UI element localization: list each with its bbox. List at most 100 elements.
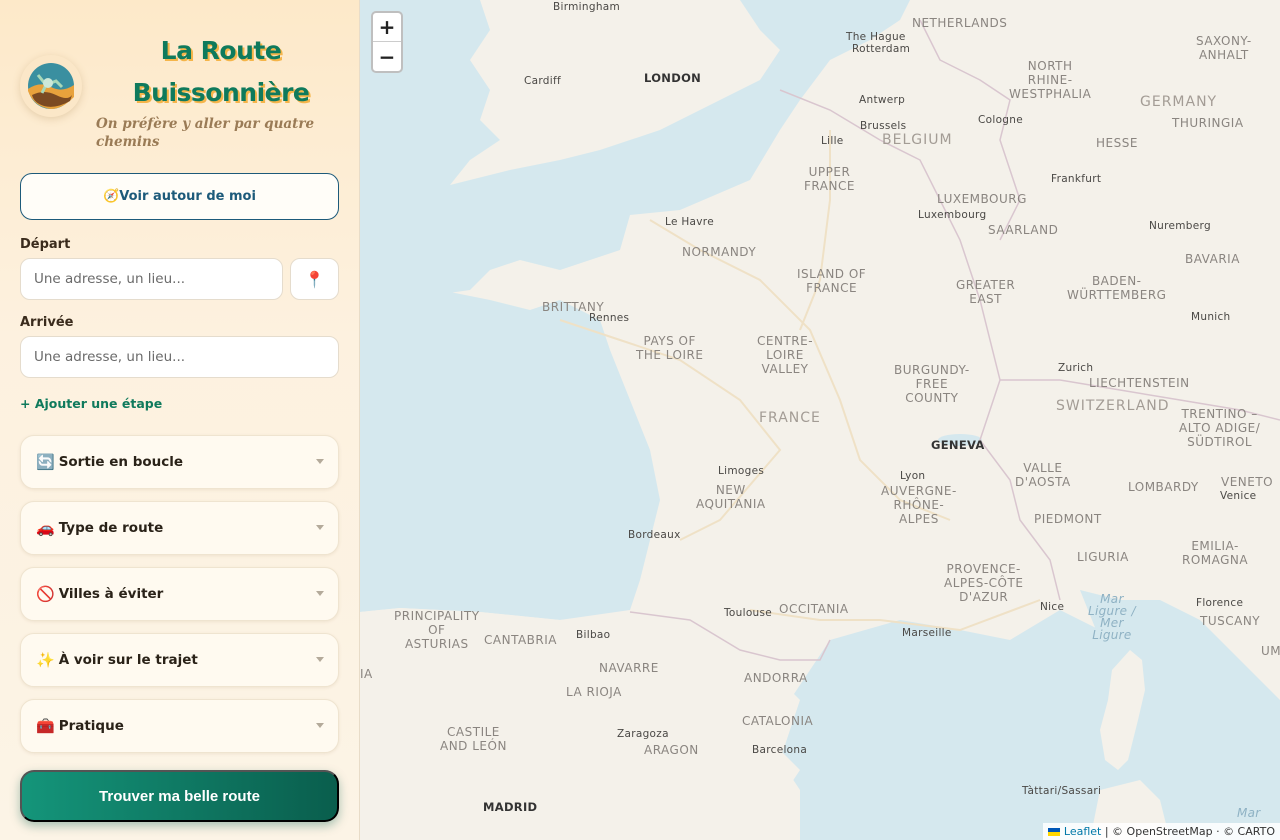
- map-label: NETHERLANDS: [912, 16, 1008, 30]
- map-label: Frankfurt: [1051, 173, 1102, 185]
- map-label: NORTH RHINE- WESTPHALIA: [1009, 59, 1092, 101]
- pin-icon: 📍: [304, 269, 325, 289]
- arrival-placeholder: Une adresse, un lieu...: [34, 349, 186, 365]
- map-label: Tàttari/Sassari: [1022, 785, 1102, 797]
- map-label: Mar: [1237, 806, 1261, 820]
- zoom-out-button[interactable]: −: [373, 42, 401, 71]
- map-label: Munich: [1191, 311, 1231, 323]
- map-label: Limoges: [718, 465, 765, 477]
- map-label: NAVARRE: [599, 661, 659, 675]
- section-road-type[interactable]: 🚗 Type de route: [20, 501, 339, 555]
- car-icon: 🚗: [36, 519, 55, 537]
- map-label: BURGUNDY- FREE COUNTY: [894, 363, 970, 405]
- arrival-input[interactable]: Une adresse, un lieu...: [20, 336, 339, 378]
- map-label: Zurich: [1058, 362, 1094, 374]
- map-label: HESSE: [1096, 136, 1138, 150]
- map-label: Birmingham: [553, 1, 621, 13]
- sparkles-icon: ✨: [36, 651, 55, 669]
- map-label: LA RIOJA: [566, 685, 622, 699]
- map-label: OCCITANIA: [779, 602, 849, 616]
- map-label: LONDON: [644, 71, 702, 85]
- map-label: VALLE D'AOSTA: [1015, 461, 1071, 489]
- map-label: Mar Ligure / Mer Ligure: [1088, 592, 1136, 642]
- chevron-down-icon: [316, 525, 324, 530]
- map-label: Marseille: [902, 627, 952, 639]
- map-label: UMB: [1261, 644, 1280, 658]
- map-label: Brussels: [860, 120, 907, 132]
- app-title: La Route Buissonnière: [96, 30, 346, 114]
- map-label: SAARLAND: [988, 223, 1059, 237]
- map-label: Le Havre: [665, 216, 714, 228]
- chevron-down-icon: [316, 459, 324, 464]
- sidebar: La Route Buissonnière On préfère y aller…: [0, 0, 360, 840]
- map-label: PROVENCE- ALPES-CÔTE D'AZUR: [944, 562, 1024, 604]
- logo: [20, 55, 82, 117]
- loop-icon: 🔄: [36, 453, 55, 471]
- locate-me-label: 🧭Voir autour de moi: [103, 189, 256, 204]
- map-label: Luxembourg: [918, 209, 987, 221]
- map-label: CANTABRIA: [484, 633, 557, 647]
- map-label: Rotterdam: [852, 43, 911, 55]
- map-label: Lille: [821, 135, 844, 147]
- departure-placeholder: Une adresse, un lieu...: [34, 271, 186, 287]
- map-label: CENTRE- LOIRE VALLEY: [757, 334, 814, 376]
- map-label: BAVARIA: [1185, 252, 1240, 266]
- map-label: Zaragoza: [617, 728, 669, 740]
- chevron-down-icon: [316, 591, 324, 596]
- map-label: Rennes: [589, 312, 630, 324]
- map-label: AUVERGNE- RHÔNE- ALPES: [881, 484, 957, 526]
- brand-header: La Route Buissonnière On préfère y aller…: [20, 0, 339, 170]
- map-label: SAXONY- ANHALT: [1196, 34, 1252, 62]
- section-avoid-cities-label: Villes à éviter: [58, 586, 164, 602]
- toolbox-icon: 🧰: [36, 717, 55, 735]
- add-step-link[interactable]: + Ajouter une étape: [20, 396, 162, 411]
- section-loop[interactable]: 🔄 Sortie en boucle: [20, 435, 339, 489]
- section-practical-label: Pratique: [58, 718, 124, 734]
- map-label: GERMANY: [1140, 94, 1218, 110]
- map-label: Nice: [1040, 601, 1065, 613]
- map-label: ARAGON: [644, 743, 699, 757]
- map-label: UPPER FRANCE: [804, 165, 855, 193]
- map-label: ISLAND OF FRANCE: [797, 267, 867, 295]
- map-label: LOMBARDY: [1128, 480, 1199, 494]
- find-route-button[interactable]: Trouver ma belle route: [20, 770, 339, 822]
- map-label: Antwerp: [859, 94, 906, 106]
- departure-label: Départ: [20, 237, 71, 252]
- map-label: NORMANDY: [682, 245, 757, 259]
- chevron-down-icon: [316, 723, 324, 728]
- section-road-type-label: Type de route: [58, 520, 164, 536]
- map-label: Bordeaux: [628, 529, 681, 541]
- arrival-label: Arrivée: [20, 315, 74, 330]
- map-label: Toulouse: [724, 607, 773, 619]
- map-label: THURINGIA: [1172, 116, 1244, 130]
- map-label: TUSCANY: [1200, 614, 1261, 628]
- pick-on-map-button[interactable]: 📍: [290, 258, 339, 300]
- map-label: IA: [360, 667, 373, 681]
- map[interactable]: + − Birmingham LONDON Cardiff The Hague …: [360, 0, 1280, 840]
- map-label: CASTILE AND LEÓN: [440, 725, 507, 753]
- zoom-control: + −: [371, 11, 403, 73]
- map-label: BELGIUM: [882, 132, 953, 148]
- map-label: Lyon: [900, 470, 926, 482]
- map-label: SWITZERLAND: [1056, 398, 1170, 414]
- section-avoid-cities[interactable]: 🚫 Villes à éviter: [20, 567, 339, 621]
- section-sights[interactable]: ✨ À voir sur le trajet: [20, 633, 339, 687]
- app-title-line2: Buissonnière: [132, 78, 310, 107]
- map-label: BADEN- WÜRTTEMBERG: [1067, 274, 1167, 302]
- logo-icon: [28, 63, 74, 109]
- zoom-in-button[interactable]: +: [373, 13, 401, 42]
- map-label: LUXEMBOURG: [937, 192, 1027, 206]
- map-label: Nuremberg: [1149, 220, 1211, 232]
- map-label: PIEDMONT: [1034, 512, 1102, 526]
- map-label: LIECHTENSTEIN: [1089, 376, 1190, 390]
- departure-input[interactable]: Une adresse, un lieu...: [20, 258, 283, 300]
- section-practical[interactable]: 🧰 Pratique: [20, 699, 339, 753]
- map-label: ANDORRA: [744, 671, 808, 685]
- map-label: Cardiff: [524, 75, 561, 87]
- locate-me-button[interactable]: 🧭Voir autour de moi: [20, 173, 339, 220]
- map-label: FRANCE: [759, 410, 821, 426]
- map-label: Cologne: [978, 114, 1023, 126]
- chevron-down-icon: [316, 657, 324, 662]
- map-attribution: Leaflet | © OpenStreetMap · © CARTO: [1043, 823, 1280, 840]
- leaflet-link[interactable]: Leaflet: [1064, 825, 1101, 838]
